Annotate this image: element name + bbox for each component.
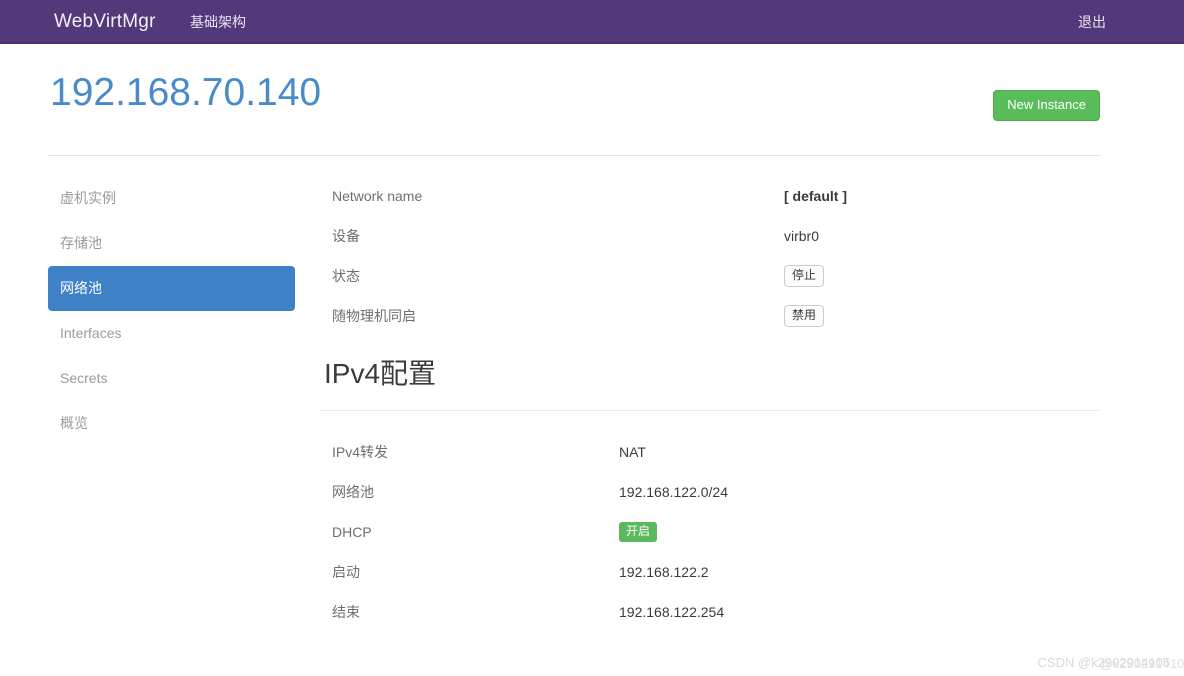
property-label: Network name: [332, 188, 423, 204]
page-header: 192.168.70.140 New Instance: [0, 44, 1184, 156]
property-row: 随物理机同启 禁用: [332, 296, 1102, 336]
property-value: 开启: [619, 512, 658, 552]
network-properties: Network name [ default ] 设备 virbr0 状态 停止随物理机同…: [332, 176, 1102, 336]
property-value: 192.168.122.2: [619, 564, 709, 580]
property-value: 禁用: [784, 296, 825, 336]
property-value: 停止: [784, 256, 825, 296]
state-toggle-button[interactable]: 停止: [784, 265, 825, 287]
nav-item-logout[interactable]: 退出: [1078, 0, 1106, 44]
state-toggle-button[interactable]: 禁用: [784, 305, 825, 327]
property-label: 结束: [332, 604, 360, 620]
property-value: virbr0: [784, 228, 820, 244]
property-row: DHCP 开启: [332, 512, 1102, 552]
sidebar-item-3[interactable]: Interfaces: [48, 311, 295, 356]
property-value: [ default ]: [784, 188, 847, 204]
property-label: 随物理机同启: [332, 308, 416, 324]
property-row: 设备 virbr0: [332, 216, 1102, 256]
property-value: 192.168.122.0/24: [619, 484, 728, 500]
watermark-text-duplicate: @k2902914105: [1099, 656, 1184, 671]
ipv4-properties: IPv4转发 NAT 网络池 192.168.122.0/24 DHCP 开启启动 192.…: [332, 432, 1102, 632]
page-title: 192.168.70.140: [50, 71, 322, 114]
property-row: 启动 192.168.122.2: [332, 552, 1102, 592]
main-content: Network name [ default ] 设备 virbr0 状态 停止随物理机同…: [320, 176, 1102, 632]
property-label: DHCP: [332, 524, 372, 540]
sidebar-item-5[interactable]: 概览: [48, 401, 295, 446]
csdn-watermark: CSDN @k2902914105 @k2902914105: [1038, 655, 1184, 671]
nav-item-infrastructure[interactable]: 基础架构: [190, 0, 246, 44]
property-label: 网络池: [332, 484, 374, 500]
property-value: 192.168.122.254: [619, 604, 725, 620]
ipv4-section-divider: [320, 410, 1102, 411]
property-row: 状态 停止: [332, 256, 1102, 296]
sidebar-item-4[interactable]: Secrets: [48, 356, 295, 401]
top-navbar: WebVirtMgr 基础架构 退出: [0, 0, 1184, 44]
property-row: 结束 192.168.122.254: [332, 592, 1102, 632]
header-divider: [48, 155, 1101, 156]
property-label: 设备: [332, 228, 360, 244]
page-root: WebVirtMgr 基础架构 退出 192.168.70.140 New In…: [0, 0, 1184, 676]
sidebar-item-0[interactable]: 虚机实例: [48, 176, 295, 221]
new-instance-button[interactable]: New Instance: [993, 90, 1100, 121]
property-label: IPv4转发: [332, 444, 389, 460]
sidebar-nav: 虚机实例 存储池 网络池 Interfaces Secrets 概览: [48, 176, 295, 446]
property-label: 启动: [332, 564, 360, 580]
property-label: 状态: [332, 268, 360, 284]
property-row: Network name [ default ]: [332, 176, 1102, 216]
property-row: IPv4转发 NAT: [332, 432, 1102, 472]
property-value: NAT: [619, 444, 646, 460]
ipv4-section-title: IPv4配置: [324, 358, 437, 389]
property-row: 网络池 192.168.122.0/24: [332, 472, 1102, 512]
status-badge: 开启: [619, 522, 658, 542]
app-brand[interactable]: WebVirtMgr: [54, 0, 156, 44]
sidebar-item-1[interactable]: 存储池: [48, 221, 295, 266]
sidebar-item-2[interactable]: 网络池: [48, 266, 295, 311]
